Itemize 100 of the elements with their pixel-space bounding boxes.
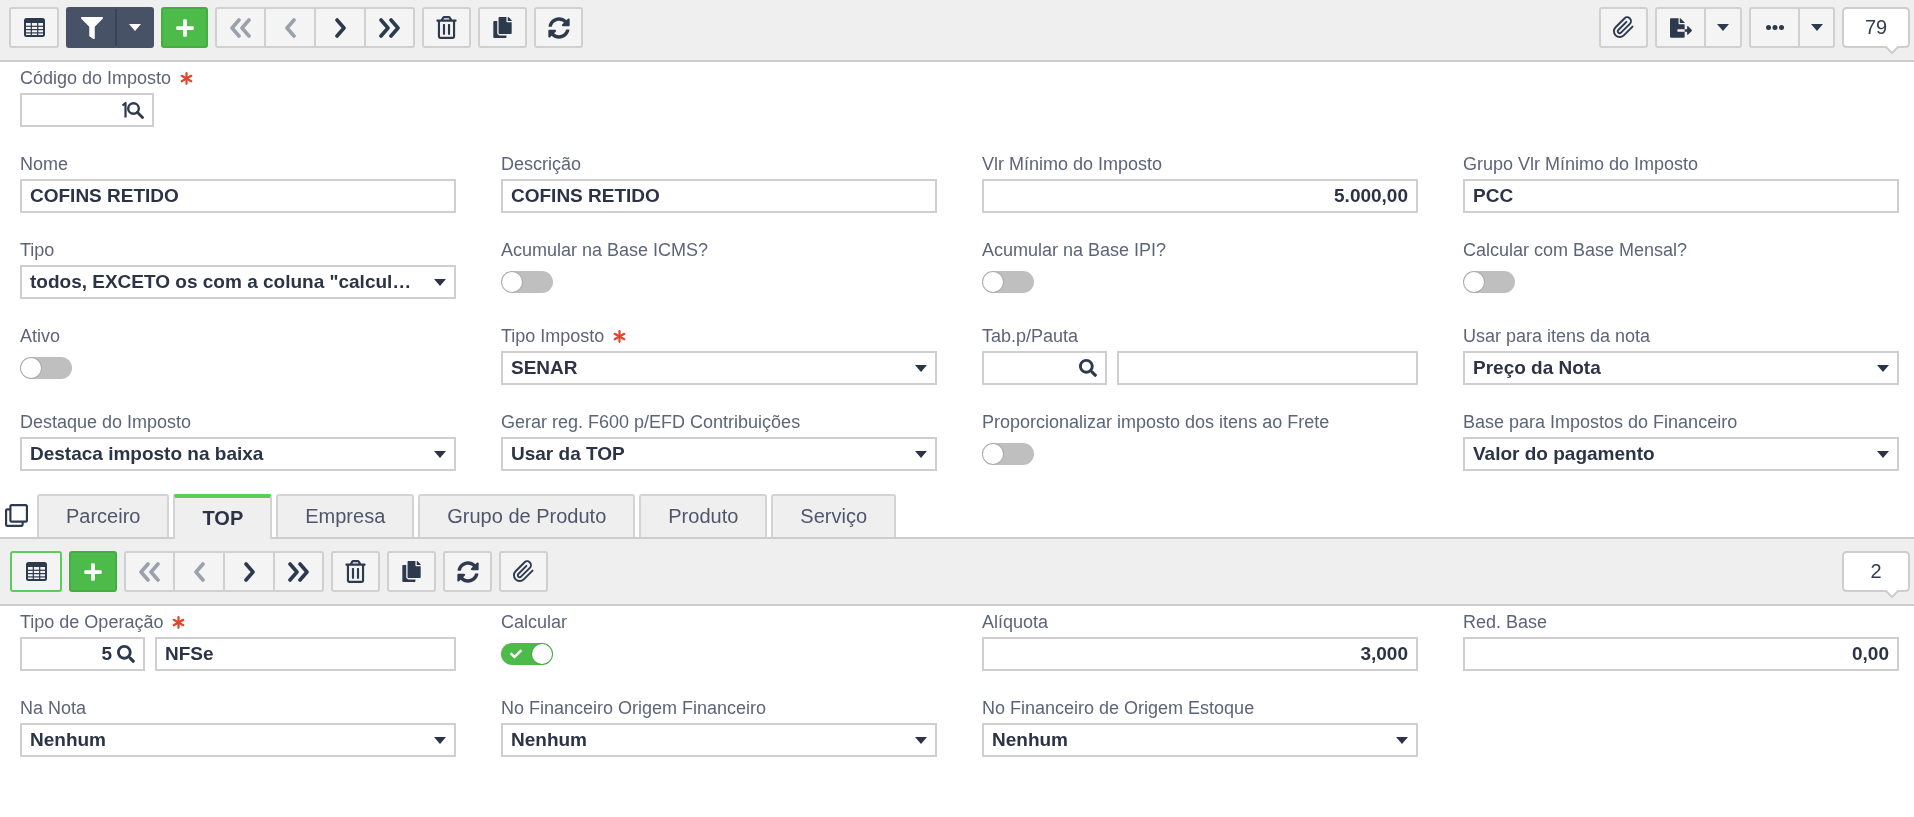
caret-icon bbox=[1717, 24, 1729, 31]
next-record-button[interactable] bbox=[224, 551, 274, 592]
field-label: Acumular na Base ICMS? bbox=[501, 240, 709, 260]
lookup-code-field[interactable] bbox=[20, 93, 154, 127]
last-record-button[interactable] bbox=[274, 551, 324, 592]
filter-button[interactable] bbox=[66, 7, 116, 48]
field-label: Calcular bbox=[501, 612, 568, 632]
duplicate-button[interactable] bbox=[478, 7, 527, 48]
field-label: Descrição bbox=[501, 154, 582, 174]
attach-button[interactable] bbox=[1599, 7, 1648, 48]
tab[interactable]: Empresa bbox=[276, 494, 415, 537]
field-label: Grupo Vlr Mínimo do Imposto bbox=[1463, 154, 1699, 174]
dropdown[interactable]: Nenhum bbox=[20, 723, 456, 757]
delete-button[interactable] bbox=[422, 7, 471, 48]
more-button[interactable] bbox=[1749, 7, 1799, 48]
filter-icon bbox=[80, 16, 103, 39]
dropdown[interactable]: SENAR bbox=[501, 351, 937, 385]
refresh-button[interactable] bbox=[443, 551, 492, 592]
file-export-icon bbox=[1669, 16, 1692, 39]
text-field[interactable]: COFINS RETIDO bbox=[501, 179, 937, 213]
number-field[interactable]: 0,00 bbox=[1463, 637, 1899, 671]
double-chevron-right-icon bbox=[378, 17, 401, 38]
more-menu-button[interactable] bbox=[1799, 7, 1835, 48]
toggle-switch[interactable] bbox=[501, 643, 553, 665]
search-icon bbox=[1079, 359, 1097, 377]
dropdown[interactable]: Usar da TOP bbox=[501, 437, 937, 471]
double-chevron-right-icon bbox=[287, 561, 310, 582]
field-label: Proporcionalizar imposto dos itens ao Frete bbox=[982, 412, 1330, 432]
field-label: Gerar reg. F600 p/EFD Contribuições bbox=[501, 412, 801, 432]
caret-icon bbox=[915, 364, 927, 372]
lookup-code-field[interactable] bbox=[982, 351, 1107, 385]
text-field[interactable]: COFINS RETIDO bbox=[20, 179, 456, 213]
export-menu-button[interactable] bbox=[1705, 7, 1742, 48]
field-label: Tab.p/Pauta bbox=[982, 326, 1079, 346]
search-icon bbox=[117, 645, 135, 663]
plus-icon bbox=[83, 561, 103, 582]
record-count: 79 bbox=[1842, 7, 1910, 55]
caret-icon bbox=[434, 278, 446, 286]
field-label: Red. Base bbox=[1463, 612, 1548, 632]
last-record-button[interactable] bbox=[365, 7, 415, 48]
tab[interactable]: TOP bbox=[173, 494, 273, 539]
lookup-code-field[interactable]: 5 bbox=[20, 637, 145, 671]
caret-icon bbox=[1877, 450, 1889, 458]
field-label: Usar para itens da nota bbox=[1463, 326, 1651, 346]
check-icon bbox=[510, 648, 522, 660]
copy-icon bbox=[492, 17, 513, 38]
dropdown[interactable]: Nenhum bbox=[501, 723, 937, 757]
tab[interactable]: Grupo de Produto bbox=[418, 494, 636, 537]
field-label: Na Nota bbox=[20, 698, 87, 718]
tab[interactable]: Produto bbox=[639, 494, 768, 537]
toggle-switch[interactable] bbox=[501, 271, 553, 293]
copy-icon bbox=[401, 561, 422, 582]
chevron-left-icon bbox=[192, 561, 206, 582]
field-label: Código do Imposto bbox=[20, 68, 172, 88]
lookup-description-field[interactable]: NFSe bbox=[155, 637, 456, 671]
dropdown[interactable]: Valor do pagamento bbox=[1463, 437, 1899, 471]
next-record-button[interactable] bbox=[315, 7, 365, 48]
double-chevron-left-icon bbox=[229, 17, 252, 38]
dropdown[interactable]: Destaca imposto na baixa bbox=[20, 437, 456, 471]
trash-icon bbox=[344, 560, 367, 583]
grid-view-button[interactable] bbox=[9, 7, 59, 48]
field-label: Vlr Mínimo do Imposto bbox=[982, 154, 1163, 174]
toggle-switch[interactable] bbox=[1463, 271, 1515, 293]
table-icon bbox=[25, 562, 47, 581]
record-count: 2 bbox=[1842, 551, 1910, 599]
plus-icon bbox=[174, 17, 195, 38]
duplicate-button[interactable] bbox=[387, 551, 436, 592]
field-label: No Financeiro Origem Financeiro bbox=[501, 698, 767, 718]
add-button[interactable] bbox=[69, 551, 117, 592]
text-field[interactable]: PCC bbox=[1463, 179, 1899, 213]
lookup-description-field[interactable] bbox=[1117, 351, 1418, 385]
grid-view-button[interactable] bbox=[10, 551, 62, 592]
filter-menu-button[interactable] bbox=[116, 7, 154, 48]
caret-icon bbox=[1810, 24, 1823, 31]
add-button[interactable] bbox=[161, 7, 208, 48]
double-chevron-left-icon bbox=[138, 561, 161, 582]
field-label: Ativo bbox=[20, 326, 61, 346]
attach-button[interactable] bbox=[499, 551, 548, 592]
paperclip-icon bbox=[512, 560, 535, 583]
caret-icon bbox=[434, 450, 446, 458]
field-label: Nome bbox=[20, 154, 68, 174]
dropdown[interactable]: todos, EXCETO os com a coluna "calcul… bbox=[20, 265, 456, 299]
dropdown[interactable]: Preço da Nota bbox=[1463, 351, 1899, 385]
refresh-icon bbox=[547, 16, 570, 39]
tab[interactable]: Serviço bbox=[771, 494, 897, 537]
dropdown[interactable]: Nenhum bbox=[982, 723, 1418, 757]
number-field[interactable]: 5.000,00 bbox=[982, 179, 1418, 213]
caret-icon bbox=[1396, 736, 1408, 744]
toggle-switch[interactable] bbox=[20, 357, 72, 379]
tab[interactable]: Parceiro bbox=[37, 494, 170, 537]
copy-icon[interactable] bbox=[5, 504, 28, 527]
field-label: Destaque do Imposto bbox=[20, 412, 192, 432]
export-button[interactable] bbox=[1655, 7, 1705, 48]
delete-button[interactable] bbox=[331, 551, 380, 592]
refresh-button[interactable] bbox=[534, 7, 583, 48]
table-icon bbox=[23, 18, 45, 37]
toggle-switch[interactable] bbox=[982, 271, 1034, 293]
toggle-switch[interactable] bbox=[982, 443, 1034, 465]
number-field[interactable]: 3,000 bbox=[982, 637, 1418, 671]
caret-icon bbox=[128, 24, 141, 31]
